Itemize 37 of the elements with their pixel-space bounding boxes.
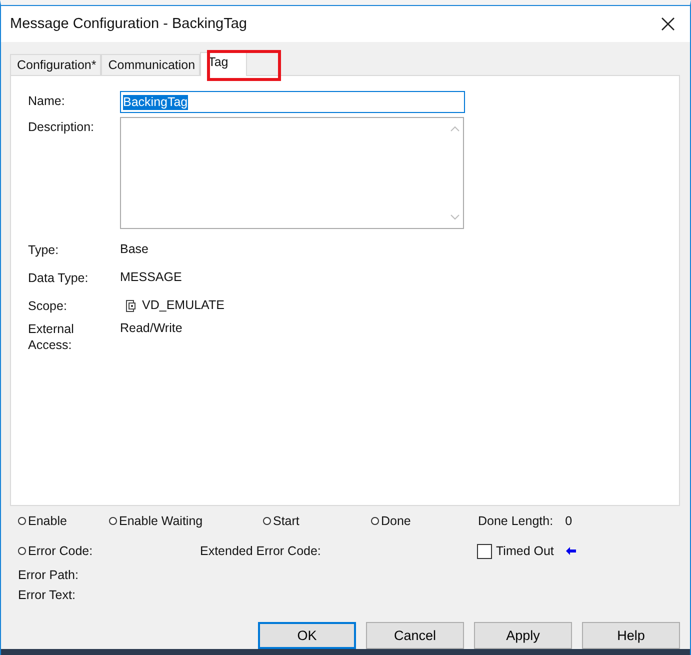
status-label: Error Code: [28,544,93,558]
status-label: Enable Waiting [119,514,203,528]
status-label: Error Path: [18,568,78,582]
tab[interactable]: Configuration* [10,54,102,75]
dialog-button[interactable]: Apply [474,622,572,649]
controller-icon [126,300,136,312]
dialog-button[interactable]: OK [258,622,356,649]
tab[interactable]: Tag [200,52,248,76]
property-label: External Access: [28,321,75,349]
status-label: Start [273,514,300,528]
scroll-down-icon[interactable] [450,214,460,220]
field-label: Description: [28,119,95,136]
status-label: Enable [28,514,67,528]
property-label: Scope: [28,298,68,315]
dialog-button[interactable]: Cancel [366,622,464,649]
tab[interactable]: Communication [101,54,200,75]
name-field[interactable]: BackingTag [120,91,465,113]
checkbox-label: Timed Out [496,544,554,558]
field-label: Name: [28,93,66,110]
property-value: Base [120,242,148,256]
status-value: 0 [565,514,572,528]
status-label: Done Length: [478,514,554,528]
arrow-left-icon [566,547,576,555]
checkbox[interactable] [477,544,492,558]
close-icon[interactable] [661,17,675,31]
description-field[interactable] [120,117,464,229]
scroll-up-icon[interactable] [450,126,460,132]
status-label: Extended Error Code: [200,544,322,558]
status-label: Done [381,514,411,528]
property-value: MESSAGE [120,270,182,284]
dialog-button[interactable]: Help [582,622,680,649]
property-value: Read/Write [120,321,182,335]
window-title: Message Configuration - BackingTag [10,16,247,32]
property-label: Type: [28,242,60,259]
property-label: Data Type: [28,270,90,287]
property-value: VD_EMULATE [142,298,224,312]
status-label: Error Text: [18,588,76,602]
